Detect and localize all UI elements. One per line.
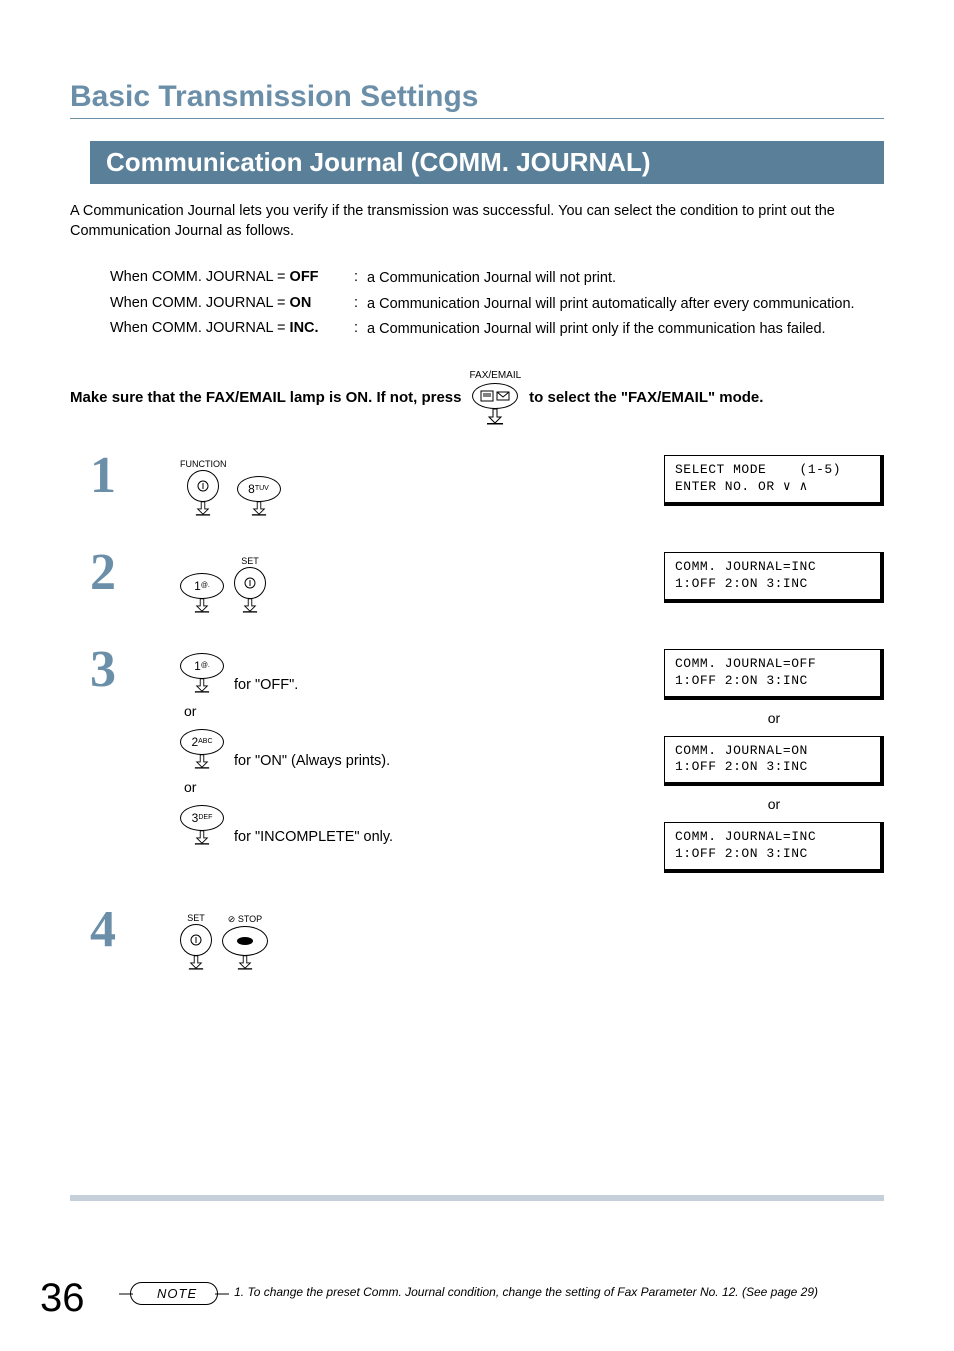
key-1-description: for "OFF". [234,677,298,693]
stop-button[interactable]: ⊘ STOP [222,914,268,970]
note-text: 1. To change the preset Comm. Journal co… [234,1282,818,1301]
footer-divider [70,1195,884,1201]
note-label: NOTE [130,1282,218,1305]
key-1[interactable]: 1@. [180,573,224,613]
mode-instruction: Make sure that the FAX/EMAIL lamp is ON.… [70,370,884,425]
fax-email-icon [472,383,518,409]
step-4: 4 SET ⊘ STOP [70,909,884,976]
key-3[interactable]: 3DEF [180,805,224,845]
lcd-display: COMM. JOURNAL=ON 1:OFF 2:ON 3:INC [664,736,884,787]
intro-paragraph: A Communication Journal lets you verify … [70,202,884,241]
lcd-display: SELECT MODE (1-5) ENTER NO. OR ∨ ∧ [664,455,884,506]
condition-off: When COMM. JOURNAL = OFF : a Communicati… [110,269,884,289]
function-button[interactable]: FUNCTION [180,459,227,516]
lcd-display: COMM. JOURNAL=INC 1:OFF 2:ON 3:INC [664,822,884,873]
press-hand-icon [185,954,207,970]
page-number: 36 [40,1276,85,1321]
press-hand-icon [192,500,214,516]
press-hand-icon [483,407,507,425]
key-2[interactable]: 2ABC [180,729,224,769]
faxemail-button[interactable]: FAX/EMAIL [469,370,521,425]
key-1[interactable]: 1@. [180,653,224,693]
conditions-table: When COMM. JOURNAL = OFF : a Communicati… [110,269,884,340]
step-2-number: 2 [70,552,180,594]
key-8[interactable]: 8TUV [237,476,281,516]
press-hand-icon [239,597,261,613]
press-hand-icon [191,677,213,693]
press-hand-icon [248,500,270,516]
or-separator: or [184,779,644,795]
step-4-number: 4 [70,909,180,951]
step-2: 2 1@. SET COMM. JOURNAL=INC 1:OFF 2:ON 3… [70,552,884,619]
or-separator: or [184,703,644,719]
or-separator: or [664,710,884,726]
step-3: 3 1@. for "OFF". or 2ABC for "ON" (Alwa [70,649,884,879]
lcd-display: COMM. JOURNAL=INC 1:OFF 2:ON 3:INC [664,552,884,603]
press-hand-icon [234,954,256,970]
lcd-display: COMM. JOURNAL=OFF 1:OFF 2:ON 3:INC [664,649,884,700]
key-3-description: for "INCOMPLETE" only. [234,829,393,845]
condition-on: When COMM. JOURNAL = ON : a Communicatio… [110,295,884,315]
press-hand-icon [191,829,213,845]
page-title: Basic Transmission Settings [70,80,884,119]
note: NOTE 1. To change the preset Comm. Journ… [130,1282,884,1305]
section-heading: Communication Journal (COMM. JOURNAL) [90,141,884,184]
step-1: 1 FUNCTION 8TUV SELECT MODE (1-5) ENTE [70,455,884,522]
set-button[interactable]: SET [180,913,212,970]
step-3-number: 3 [70,649,180,691]
press-hand-icon [191,753,213,769]
key-2-description: for "ON" (Always prints). [234,753,390,769]
press-hand-icon [191,597,213,613]
condition-inc: When COMM. JOURNAL = INC. : a Communicat… [110,320,884,340]
set-button[interactable]: SET [234,556,266,613]
step-1-number: 1 [70,455,180,497]
or-separator: or [664,796,884,812]
